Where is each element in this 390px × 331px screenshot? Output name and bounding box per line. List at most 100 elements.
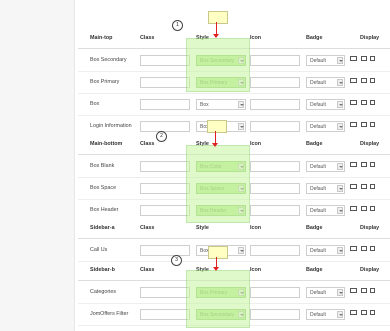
tablet-icon[interactable] — [361, 246, 367, 251]
monitor-icon[interactable] — [350, 56, 357, 61]
badge-value: Default — [310, 80, 326, 86]
tablet-icon[interactable] — [361, 310, 367, 315]
arrow-down-icon — [212, 143, 218, 147]
class-input[interactable] — [140, 77, 190, 88]
column-style-header: Style — [196, 225, 209, 231]
phone-icon[interactable] — [370, 206, 375, 211]
badge-select[interactable]: Default — [306, 245, 345, 256]
badge-value: Default — [310, 164, 326, 170]
monitor-icon[interactable] — [350, 184, 357, 189]
class-input[interactable] — [140, 245, 190, 256]
highlight-region — [186, 145, 250, 223]
badge-value: Default — [310, 124, 326, 130]
chevron-down-icon — [337, 79, 343, 86]
icon-input[interactable] — [250, 245, 300, 256]
column-display-header: Display — [360, 35, 380, 41]
badge-value: Default — [310, 208, 326, 214]
badge-select[interactable]: Default — [306, 205, 345, 216]
tablet-icon[interactable] — [361, 100, 367, 105]
tablet-icon[interactable] — [361, 184, 367, 189]
monitor-icon[interactable] — [350, 206, 357, 211]
chevron-down-icon — [337, 57, 343, 64]
arrow-down-icon — [213, 267, 219, 271]
badge-select[interactable]: Default — [306, 77, 345, 88]
column-icon-header: Icon — [250, 35, 262, 41]
position-name: Login Information — [90, 123, 132, 129]
monitor-icon[interactable] — [350, 122, 357, 127]
column-class-header: Class — [140, 35, 155, 41]
monitor-icon[interactable] — [350, 78, 357, 83]
badge-select[interactable]: Default — [306, 309, 345, 320]
column-class-header: Class — [140, 141, 155, 147]
tablet-icon[interactable] — [361, 56, 367, 61]
chevron-down-icon — [337, 123, 343, 130]
phone-icon[interactable] — [370, 122, 375, 127]
chevron-down-icon — [337, 247, 343, 254]
phone-icon[interactable] — [370, 184, 375, 189]
icon-input[interactable] — [250, 55, 300, 66]
class-input[interactable] — [140, 161, 190, 172]
icon-input[interactable] — [250, 121, 300, 132]
class-input[interactable] — [140, 121, 190, 132]
icon-input[interactable] — [250, 161, 300, 172]
icon-input[interactable] — [250, 309, 300, 320]
position-name: JomOffers Filter — [90, 311, 129, 317]
chevron-down-icon — [337, 289, 343, 296]
icon-input[interactable] — [250, 205, 300, 216]
icon-input[interactable] — [250, 77, 300, 88]
chevron-down-icon — [337, 163, 343, 170]
badge-select[interactable]: Default — [306, 55, 345, 66]
highlight-region — [186, 270, 250, 328]
class-input[interactable] — [140, 183, 190, 194]
tablet-icon[interactable] — [361, 78, 367, 83]
callout-number: 1 — [172, 20, 183, 31]
position-name: Call Us — [90, 247, 108, 253]
monitor-icon[interactable] — [350, 162, 357, 167]
class-input[interactable] — [140, 99, 190, 110]
column-badge-header: Badge — [306, 35, 323, 41]
class-input[interactable] — [140, 55, 190, 66]
class-input[interactable] — [140, 205, 190, 216]
column-display-header: Display — [360, 225, 380, 231]
icon-input[interactable] — [250, 183, 300, 194]
position-name: Box — [90, 101, 100, 107]
badge-select[interactable]: Default — [306, 99, 345, 110]
position-name: Box Primary — [90, 79, 120, 85]
badge-select[interactable]: Default — [306, 121, 345, 132]
badge-value: Default — [310, 186, 326, 192]
position-name: Categories — [90, 289, 117, 295]
badge-select[interactable]: Default — [306, 183, 345, 194]
monitor-icon[interactable] — [350, 100, 357, 105]
arrow-line — [216, 22, 217, 34]
monitor-icon[interactable] — [350, 310, 357, 315]
icon-input[interactable] — [250, 99, 300, 110]
class-input[interactable] — [140, 309, 190, 320]
style-select[interactable]: Box — [196, 99, 246, 110]
tablet-icon[interactable] — [361, 162, 367, 167]
phone-icon[interactable] — [370, 288, 375, 293]
column-display-header: Display — [360, 267, 380, 273]
phone-icon[interactable] — [370, 56, 375, 61]
monitor-icon[interactable] — [350, 246, 357, 251]
badge-select[interactable]: Default — [306, 161, 345, 172]
tablet-icon[interactable] — [361, 288, 367, 293]
phone-icon[interactable] — [370, 162, 375, 167]
note-icon — [207, 120, 227, 133]
tablet-icon[interactable] — [361, 122, 367, 127]
arrow-down-icon — [213, 34, 219, 38]
badge-select[interactable]: Default — [306, 287, 345, 298]
monitor-icon[interactable] — [350, 288, 357, 293]
phone-icon[interactable] — [370, 100, 375, 105]
position-name: Box Blank — [90, 163, 115, 169]
phone-icon[interactable] — [370, 246, 375, 251]
chevron-down-icon — [238, 247, 244, 254]
section-title: Main-top — [90, 35, 113, 41]
class-input[interactable] — [140, 287, 190, 298]
column-badge-header: Badge — [306, 267, 323, 273]
icon-input[interactable] — [250, 287, 300, 298]
arrow-line — [215, 131, 216, 143]
phone-icon[interactable] — [370, 310, 375, 315]
tablet-icon[interactable] — [361, 206, 367, 211]
phone-icon[interactable] — [370, 78, 375, 83]
column-icon-header: Icon — [250, 267, 262, 273]
